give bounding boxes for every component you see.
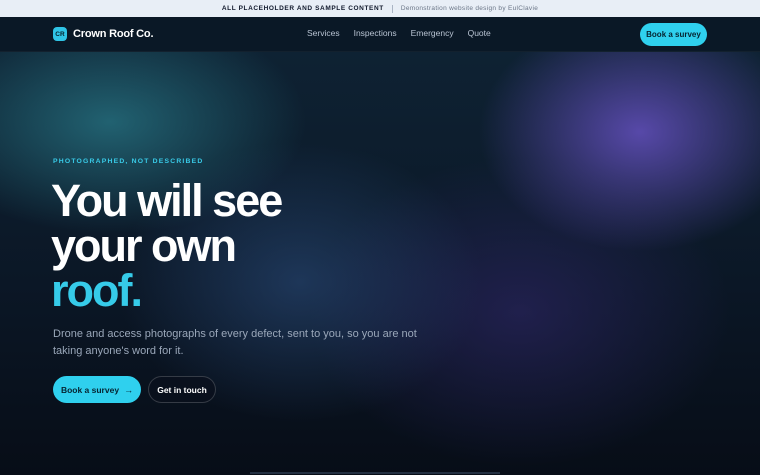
hero-eyebrow: PHOTOGRAPHED, NOT DESCRIBED [53,158,204,165]
book-survey-label: Book a survey [60,384,120,395]
hero-divider [250,472,500,474]
hero-description: Drone and access photographs of every de… [53,328,417,357]
book-survey-button[interactable]: Book a survey → [53,376,141,403]
get-in-touch-button[interactable]: Get in touch [148,376,216,403]
nav-item-inspections[interactable]: Inspections [354,28,397,38]
headline-accent: roof. [51,265,143,316]
hero-headline: You will see your own roof. [51,175,283,316]
top-banner: ALL PLACEHOLDER AND SAMPLE CONTENT Demon… [0,0,760,17]
brand-name: Crown Roof Co. [73,28,154,40]
nav-item-quote[interactable]: Quote [468,28,491,38]
banner-notice: ALL PLACEHOLDER AND SAMPLE CONTENT [221,5,384,12]
nav-item-emergency[interactable]: Emergency [411,28,454,38]
main-nav: Services Inspections Emergency Quote [307,28,491,38]
headline-line-2: your own [51,220,237,271]
brand-badge-icon: CR [53,27,67,41]
book-survey-header-button[interactable]: Book a survey [640,23,707,46]
site-header: CR Crown Roof Co. Services Inspections E… [0,17,760,52]
headline-line-1: You will see [51,175,283,226]
banner-credit: Demonstration website design by EulClavi… [400,5,539,12]
banner-divider [391,4,393,13]
nav-item-services[interactable]: Services [307,28,340,38]
brand-logo-link[interactable]: CR Crown Roof Co. [53,27,153,41]
arrow-right-icon: → [124,384,134,395]
